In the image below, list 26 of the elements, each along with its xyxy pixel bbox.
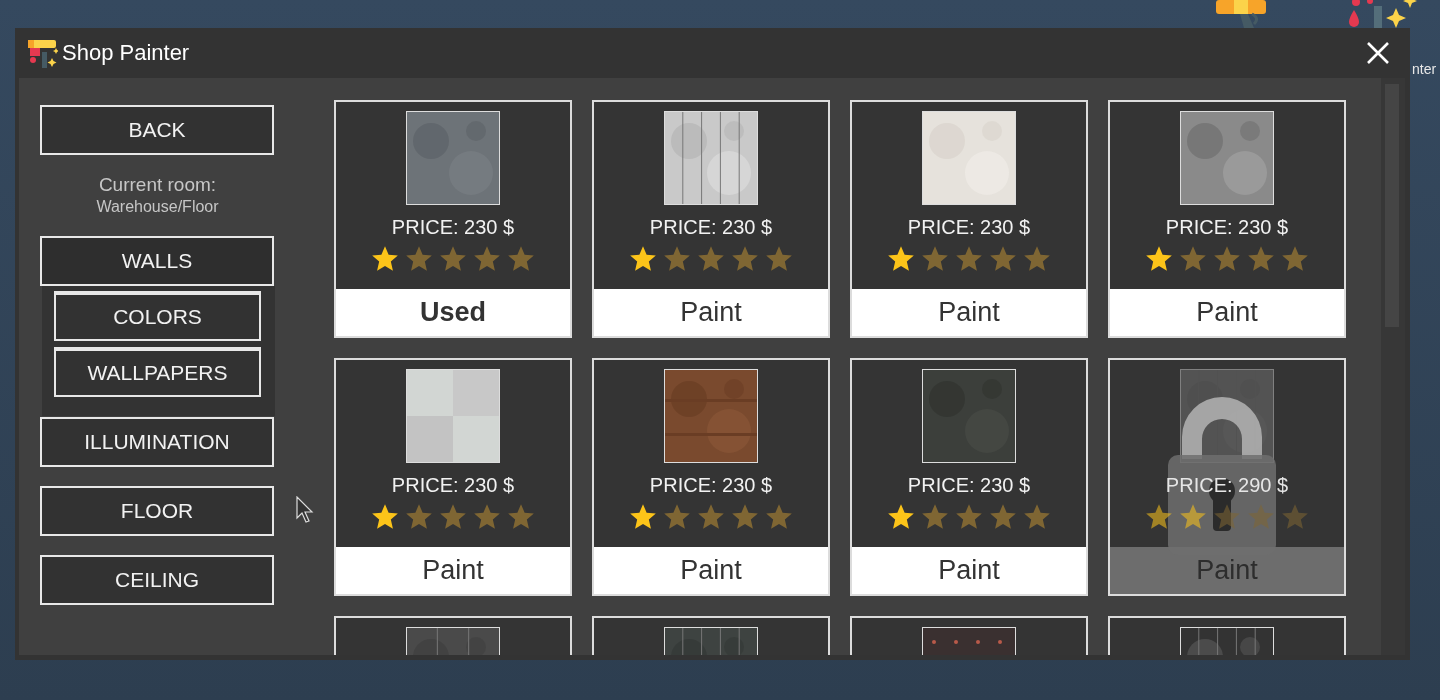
price-label: PRICE: 230 $ — [649, 474, 773, 497]
window-title: Shop Painter — [62, 40, 191, 66]
paint-button[interactable]: Used — [336, 289, 570, 336]
current-room-value: Warehouse/Floor — [96, 198, 219, 216]
paint-button[interactable]: Paint — [336, 547, 570, 594]
paint-button[interactable]: Paint — [1110, 289, 1344, 336]
background-label: nter — [1412, 61, 1437, 77]
paint-button[interactable]: Paint — [594, 289, 828, 336]
price-label: PRICE: 230 $ — [1165, 216, 1289, 239]
menu-button[interactable]: WALLS — [40, 236, 274, 286]
menu-button[interactable]: FLOOR — [40, 486, 274, 536]
paint-button[interactable]: Paint — [594, 547, 828, 594]
price-label: PRICE: 230 $ — [907, 216, 1031, 239]
menu-button[interactable]: CEILING — [40, 555, 274, 605]
price-label: PRICE: 230 $ — [907, 474, 1031, 497]
submenu-button[interactable]: WALLPAPERS — [54, 347, 261, 397]
menu-button[interactable]: ILLUMINATION — [40, 417, 274, 467]
price-label: PRICE: 290 $ — [1165, 474, 1289, 497]
back-button[interactable]: BACK — [40, 105, 274, 155]
current-room-label: Current room: — [98, 174, 217, 196]
paint-button[interactable]: Paint — [852, 289, 1086, 336]
price-label: PRICE: 230 $ — [391, 216, 515, 239]
price-label: PRICE: 230 $ — [391, 474, 515, 497]
paint-button[interactable]: Paint — [852, 547, 1086, 594]
submenu-button[interactable]: COLORS — [54, 291, 261, 341]
price-label: PRICE: 230 $ — [649, 216, 773, 239]
